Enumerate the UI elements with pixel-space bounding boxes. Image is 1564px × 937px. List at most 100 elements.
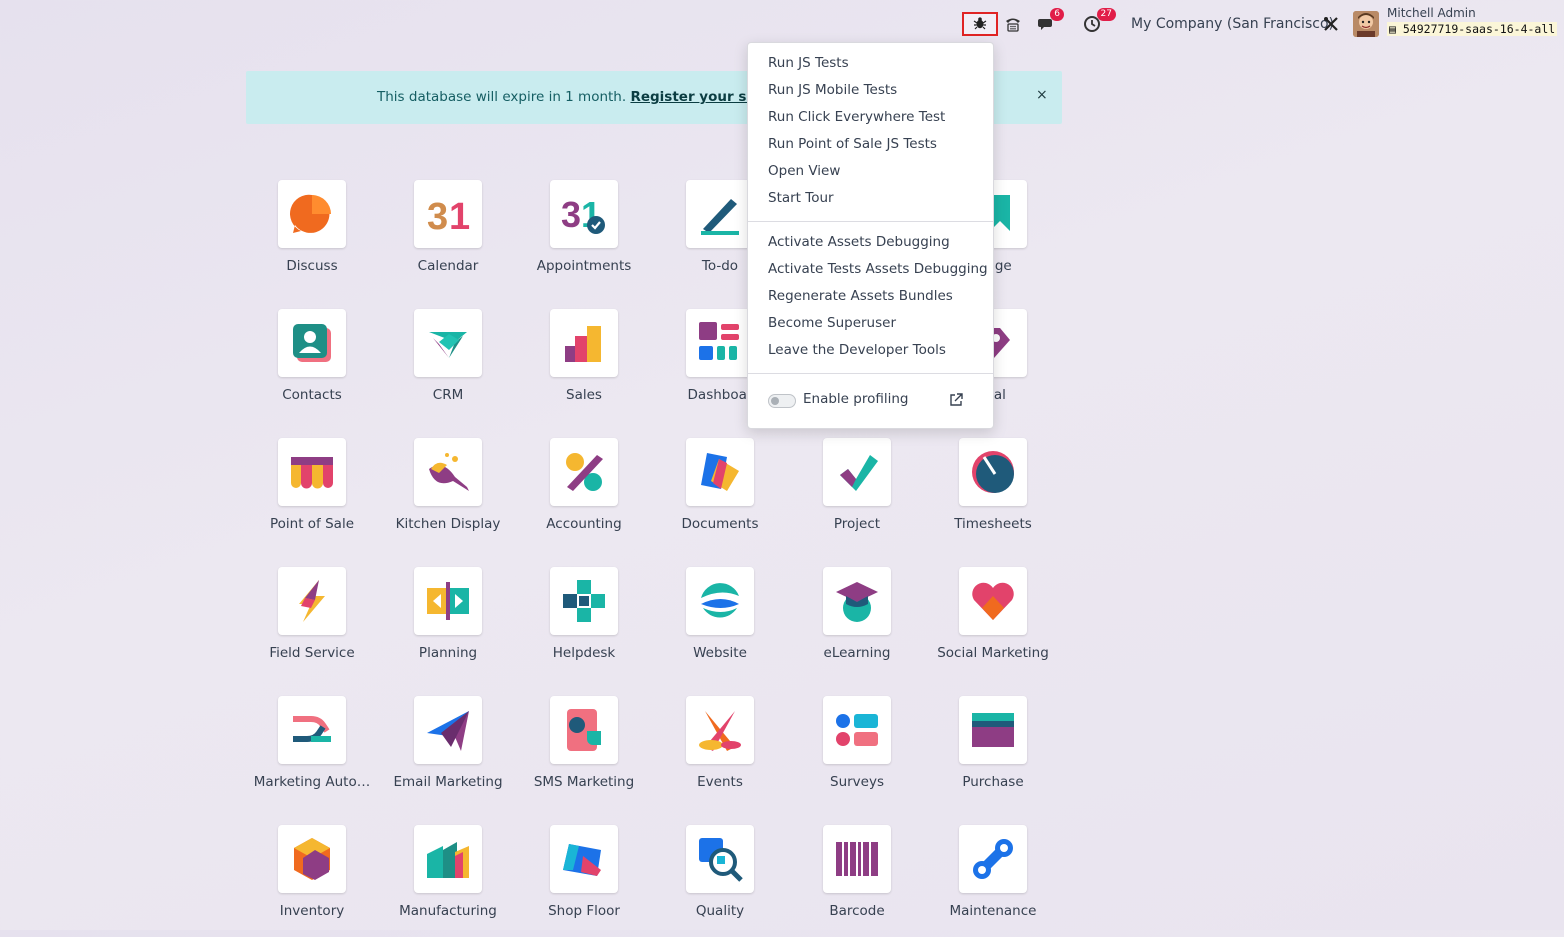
sms-marketing-icon — [567, 709, 601, 751]
app-barcode[interactable]: Barcode — [789, 825, 925, 937]
app-label: Appointments — [536, 258, 632, 274]
menu-item-start-tour[interactable]: Start Tour — [768, 190, 834, 206]
menu-item-open-view[interactable]: Open View — [768, 163, 840, 179]
navbar: 6 27 My Company (San Francisco) Mitchell… — [0, 0, 1564, 48]
todo-icon — [701, 199, 739, 235]
app-label: Social Marketing — [937, 645, 1049, 661]
app-label: Events — [697, 774, 743, 790]
app-label: Inventory — [279, 903, 345, 919]
profiling-toggle[interactable] — [768, 394, 796, 408]
maintenance-icon — [973, 839, 1013, 879]
menu-item-run-js-mobile-tests[interactable]: Run JS Mobile Tests — [768, 82, 897, 98]
app-project[interactable]: Project — [789, 438, 925, 550]
menu-item-run-pos-js-tests[interactable]: Run Point of Sale JS Tests — [768, 136, 937, 152]
events-icon — [699, 711, 741, 751]
app-maintenance[interactable]: Maintenance — [925, 825, 1061, 937]
appointments-icon: 31 — [561, 194, 605, 235]
app-purchase[interactable]: Purchase — [925, 696, 1061, 808]
app-label: Sales — [566, 387, 602, 403]
user-name[interactable]: Mitchell Admin — [1387, 6, 1476, 20]
kitchen-display-icon — [429, 453, 469, 491]
close-icon[interactable]: × — [1036, 87, 1048, 103]
avatar[interactable] — [1353, 11, 1379, 37]
app-crm[interactable]: CRM — [380, 309, 516, 421]
app-label: Website — [693, 645, 747, 661]
app-label: Discuss — [286, 258, 338, 274]
field-service-icon — [299, 580, 325, 622]
app-label: Manufacturing — [399, 903, 497, 919]
timesheets-icon — [972, 451, 1014, 493]
purchase-icon — [972, 713, 1014, 747]
app-manufacturing[interactable]: Manufacturing — [380, 825, 516, 937]
app-label: Field Service — [269, 645, 355, 661]
menu-item-activate-assets-debugging[interactable]: Activate Assets Debugging — [768, 234, 950, 250]
app-events[interactable]: Events — [652, 696, 788, 808]
app-social-marketing[interactable]: Social Marketing — [925, 567, 1061, 679]
app-planning[interactable]: Planning — [380, 567, 516, 679]
app-field-service[interactable]: Field Service — [244, 567, 380, 679]
barcode-icon — [836, 842, 878, 876]
app-email-marketing[interactable]: Email Marketing — [380, 696, 516, 808]
activity-clock-icon[interactable]: 27 — [1080, 8, 1116, 38]
chat-icon[interactable]: 6 — [1036, 8, 1064, 38]
app-discuss[interactable]: Discuss — [244, 180, 380, 292]
app-label: Shop Floor — [548, 903, 620, 919]
enable-profiling-label[interactable]: Enable profiling — [803, 391, 909, 407]
app-label: Point of Sale — [269, 516, 354, 532]
app-timesheets[interactable]: Timesheets — [925, 438, 1061, 550]
app-label: Surveys — [830, 774, 884, 790]
app-label: Purchase — [962, 774, 1024, 790]
contacts-icon — [293, 324, 331, 362]
project-icon — [840, 455, 878, 491]
app-marketing-automation[interactable]: Marketing Auto… — [244, 696, 380, 808]
point-of-sale-icon — [291, 457, 333, 489]
app-helpdesk[interactable]: Helpdesk — [516, 567, 652, 679]
app-contacts[interactable]: Contacts — [244, 309, 380, 421]
company-switcher[interactable]: My Company (San Francisco) — [1131, 16, 1334, 32]
app-label: Project — [833, 516, 881, 532]
menu-item-leave-developer-tools[interactable]: Leave the Developer Tools — [768, 342, 946, 358]
app-calendar[interactable]: 313 Calendar — [380, 180, 516, 292]
email-marketing-icon — [427, 711, 469, 751]
app-sales[interactable]: Sales — [516, 309, 652, 421]
app-label: Quality — [695, 903, 745, 919]
app-label: Calendar — [417, 258, 479, 274]
app-kitchen-display[interactable]: Kitchen Display — [380, 438, 516, 550]
database-icon: ▤ — [1389, 22, 1396, 36]
chat-badge: 6 — [1050, 8, 1064, 21]
helpdesk-icon — [563, 580, 605, 622]
activity-badge: 27 — [1096, 8, 1116, 21]
marketing-automation-icon — [293, 716, 331, 742]
menu-item-run-click-everywhere-test[interactable]: Run Click Everywhere Test — [768, 109, 945, 125]
phone-icon[interactable] — [1002, 10, 1024, 38]
app-label: Accounting — [546, 516, 622, 532]
app-point-of-sale[interactable]: Point of Sale — [244, 438, 380, 550]
app-appointments[interactable]: 31 Appointments — [516, 180, 652, 292]
menu-item-activate-tests-assets-debugging[interactable]: Activate Tests Assets Debugging — [768, 261, 988, 277]
app-label: Documents — [681, 516, 759, 532]
svg-text:3: 3 — [561, 194, 581, 235]
app-quality[interactable]: Quality — [652, 825, 788, 937]
menu-item-regenerate-assets-bundles[interactable]: Regenerate Assets Bundles — [768, 288, 953, 304]
app-label: eLearning — [823, 645, 891, 661]
app-shop-floor[interactable]: Shop Floor — [516, 825, 652, 937]
app-label: Planning — [418, 645, 478, 661]
app-documents[interactable]: Documents — [652, 438, 788, 550]
menu-item-become-superuser[interactable]: Become Superuser — [768, 315, 896, 331]
app-inventory[interactable]: Inventory — [244, 825, 380, 937]
app-label: SMS Marketing — [533, 774, 635, 790]
tools-icon[interactable] — [1320, 10, 1342, 38]
app-accounting[interactable]: Accounting — [516, 438, 652, 550]
external-link-icon[interactable] — [948, 392, 964, 412]
app-sms-marketing[interactable]: SMS Marketing — [516, 696, 652, 808]
debug-menu-button[interactable] — [962, 12, 998, 36]
app-label: Maintenance — [949, 903, 1037, 919]
database-name: ▤ 54927719-saas-16-4-all — [1387, 22, 1558, 36]
menu-item-run-js-tests[interactable]: Run JS Tests — [768, 55, 849, 71]
menu-divider — [748, 221, 993, 222]
app-website[interactable]: Website — [652, 567, 788, 679]
accounting-icon — [566, 453, 603, 491]
app-elearning[interactable]: eLearning — [789, 567, 925, 679]
banner-text: This database will expire in 1 month. Re… — [377, 89, 793, 105]
app-surveys[interactable]: Surveys — [789, 696, 925, 808]
